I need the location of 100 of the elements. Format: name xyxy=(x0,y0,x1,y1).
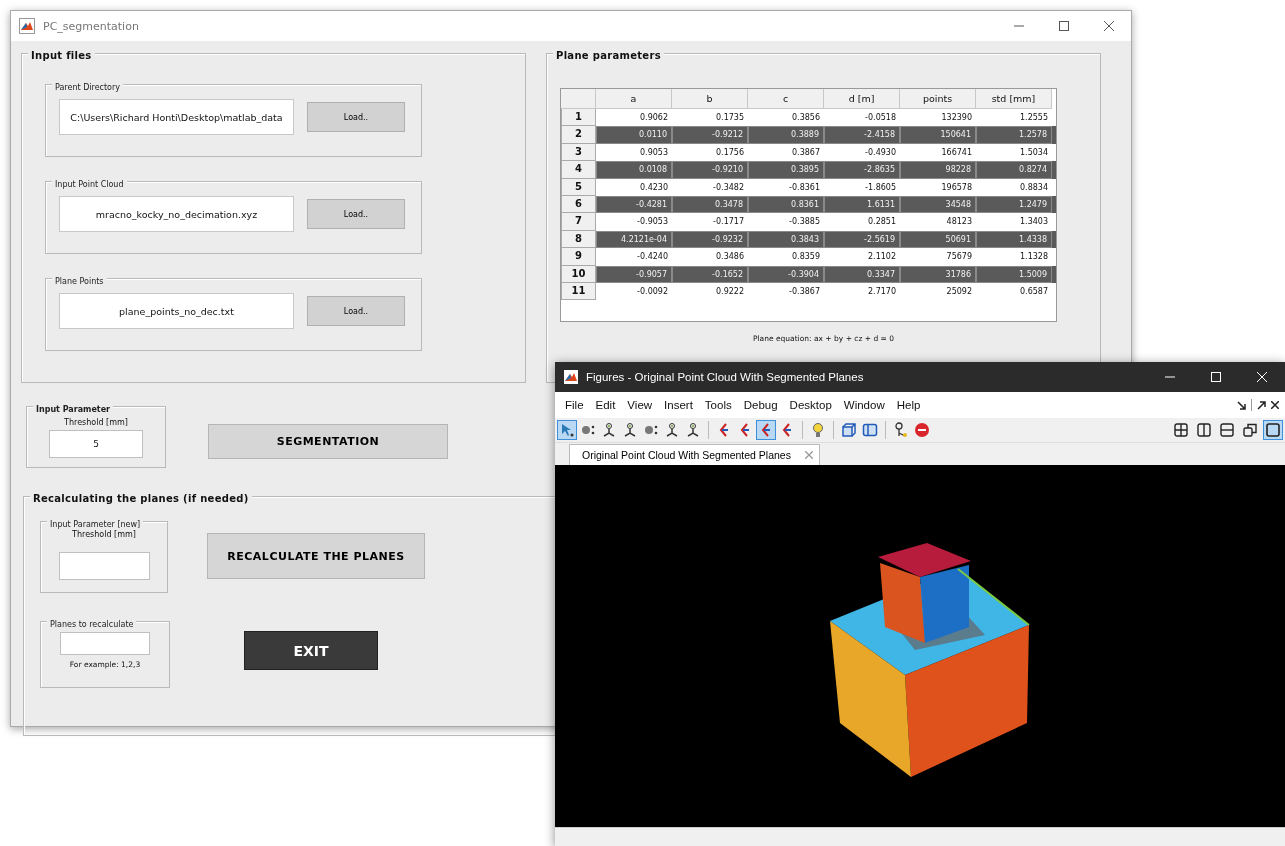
path-field[interactable]: C:\Users\Richard Honti\Desktop\matlab_data xyxy=(59,99,294,135)
menu-item[interactable]: Tools xyxy=(700,399,740,411)
dock-arrow-icon[interactable] xyxy=(1237,400,1246,410)
table-cell-text: 0.3867 xyxy=(791,146,821,159)
path-field[interactable]: plane_points_no_dec.txt xyxy=(59,293,294,329)
layout-button[interactable] xyxy=(1217,420,1237,440)
table-cell-text: 166741 xyxy=(940,146,973,159)
table-row[interactable]: 5 0.4230 -0.3482 -0.8361 -1.8605 196578 0.8834 xyxy=(561,178,1056,196)
maximize-icon xyxy=(1211,372,1221,382)
table-cell: 0.3478 xyxy=(672,195,748,214)
table-row[interactable]: 2 0.0110 -0.9212 0.3889 -2.4158 150641 1.2578 xyxy=(561,126,1056,144)
table-row[interactable]: 9 -0.4240 0.3486 0.8359 2.1102 75679 1.1328 xyxy=(561,248,1056,266)
recalculate-button[interactable]: RECALCULATE THE PLANES xyxy=(207,533,425,579)
planes-field[interactable] xyxy=(60,632,150,655)
menu-item[interactable]: Insert xyxy=(660,399,701,411)
menu-item[interactable]: Debug xyxy=(739,399,786,411)
load-button[interactable]: Load.. xyxy=(307,199,405,229)
table-cell-text: 0.1756 xyxy=(715,146,745,159)
table-cell-text: 0.8834 xyxy=(1019,181,1049,194)
table-cell-text: 1.5034 xyxy=(1019,146,1049,159)
threshold-field[interactable] xyxy=(58,552,150,580)
table-cell: 0.3895 xyxy=(748,161,824,179)
load-button[interactable]: Load.. xyxy=(307,296,405,326)
segmentation-button[interactable]: SEGMENTATION xyxy=(208,424,448,459)
table-cell: 0.0108 xyxy=(596,161,672,179)
table-cell: 0.8274 xyxy=(976,161,1052,179)
table-cell-text: 0.6587 xyxy=(1019,285,1049,298)
menu-item[interactable]: Desktop xyxy=(785,399,840,411)
group-title: Planes to recalculate xyxy=(50,620,134,629)
table-cell-text: -0.3482 xyxy=(712,181,745,194)
layout-button[interactable] xyxy=(1171,420,1191,440)
exit-button[interactable]: EXIT xyxy=(244,631,378,670)
table-row[interactable]: 8 4.2121e-04 -0.9232 0.3843 -2.5619 50691 1.4338 xyxy=(561,230,1056,249)
table-cell: -0.9210 xyxy=(672,161,748,179)
table-cell: 0.3843 xyxy=(748,230,824,249)
table-cell: 1.6131 xyxy=(824,195,900,214)
table-cell-text: 196578 xyxy=(940,181,973,194)
table-row[interactable]: 10 -0.9057 -0.1652 -0.3904 0.3347 31786 1.5009 xyxy=(561,265,1056,283)
menu-item[interactable]: Edit xyxy=(591,399,624,411)
load-button[interactable]: Load.. xyxy=(307,102,405,132)
table-cell: 150641 xyxy=(900,126,976,144)
table-cell-text: -0.3885 xyxy=(788,216,821,229)
table-cell-text: -0.0092 xyxy=(636,285,669,298)
table-row[interactable]: 6 -0.4281 0.3478 0.8361 1.6131 34548 1.2479 xyxy=(561,195,1056,214)
table-cell-text: -0.3867 xyxy=(788,285,821,298)
table-row[interactable]: 11 -0.0092 0.9222 -0.3867 2.7170 25092 0.6587 xyxy=(561,282,1056,301)
table-cell: 34548 xyxy=(900,195,976,214)
table-cell: -0.9232 xyxy=(672,230,748,249)
app-icon xyxy=(19,18,35,34)
undock-arrow-icon[interactable] xyxy=(1257,400,1266,410)
path-field[interactable]: mracno_kocky_no_decimation.xyz xyxy=(59,196,294,232)
layout-button[interactable] xyxy=(1263,420,1283,440)
table-cell-text: 0.3856 xyxy=(791,112,821,124)
table-row[interactable]: 1 0.9062 0.1735 0.3856 -0.0518 132390 1.2555 xyxy=(561,109,1056,127)
table-row[interactable]: 4 0.0108 -0.9210 0.3895 -2.8635 98228 0.8274 xyxy=(561,161,1056,179)
table-cell-text: 0.9062 xyxy=(639,112,669,124)
table-cell-text: -0.1717 xyxy=(712,216,745,229)
table-cell: 98228 xyxy=(900,161,976,179)
table-cell: -0.9057 xyxy=(596,265,672,283)
table-cell-text: 48123 xyxy=(945,216,973,229)
layout-button[interactable] xyxy=(1194,420,1214,440)
column-header: std [mm] xyxy=(976,89,1052,109)
close-icon xyxy=(1257,372,1267,382)
group-title: Input Parameter [new] xyxy=(50,520,141,529)
table-cell: 31786 xyxy=(900,265,976,283)
table-cell: -0.3904 xyxy=(748,265,824,283)
maximize-icon xyxy=(1058,21,1069,31)
table-cell: -2.5619 xyxy=(824,230,900,249)
table-cell-text: 75679 xyxy=(945,251,973,264)
table-row[interactable]: 3 0.9053 0.1756 0.3867 -0.4930 166741 1.5034 xyxy=(561,143,1056,162)
table-cell: 1.4338 xyxy=(976,230,1052,249)
menu-item[interactable]: Help xyxy=(892,399,929,411)
figure-tab[interactable]: Original Point Cloud With Segmented Planes xyxy=(569,444,820,465)
table-cell: 4.2121e-04 xyxy=(596,230,672,249)
table-cell: -2.8635 xyxy=(824,161,900,179)
row-number: 7 xyxy=(561,213,596,231)
table-cell-text: -1.8605 xyxy=(864,181,897,194)
table-cell: -2.4158 xyxy=(824,126,900,144)
table-cell: 0.8361 xyxy=(748,195,824,214)
menu-item[interactable]: Window xyxy=(839,399,893,411)
close-icon[interactable] xyxy=(1271,401,1279,409)
close-icon xyxy=(1103,21,1114,31)
table-cell-text: -0.9053 xyxy=(636,216,669,229)
table-row[interactable]: 7 -0.9053 -0.1717 -0.3885 0.2851 48123 1.3403 xyxy=(561,213,1056,231)
table-cell: 0.3889 xyxy=(748,126,824,144)
table-cell-text: 132390 xyxy=(940,112,973,124)
table-cell-text: 0.9053 xyxy=(639,146,669,159)
panel-title: Input files xyxy=(31,50,92,61)
threshold-field[interactable]: 5 xyxy=(49,430,143,458)
panel-title: Recalculating the planes (if needed) xyxy=(33,493,249,504)
row-number: 2 xyxy=(561,126,596,144)
table-cell-text: 0.8359 xyxy=(791,251,821,264)
menu-item[interactable]: View xyxy=(623,399,661,411)
table-cell-text: 2.1102 xyxy=(867,251,897,264)
menu-item[interactable]: File xyxy=(561,399,592,411)
columns-layout-icon xyxy=(1197,423,1211,437)
table-cell-text: 0.9222 xyxy=(715,285,745,298)
rows-layout-icon xyxy=(1220,423,1234,437)
table-cell-text: 1.3403 xyxy=(1019,216,1049,229)
group-title: Input Parameter xyxy=(36,405,111,414)
